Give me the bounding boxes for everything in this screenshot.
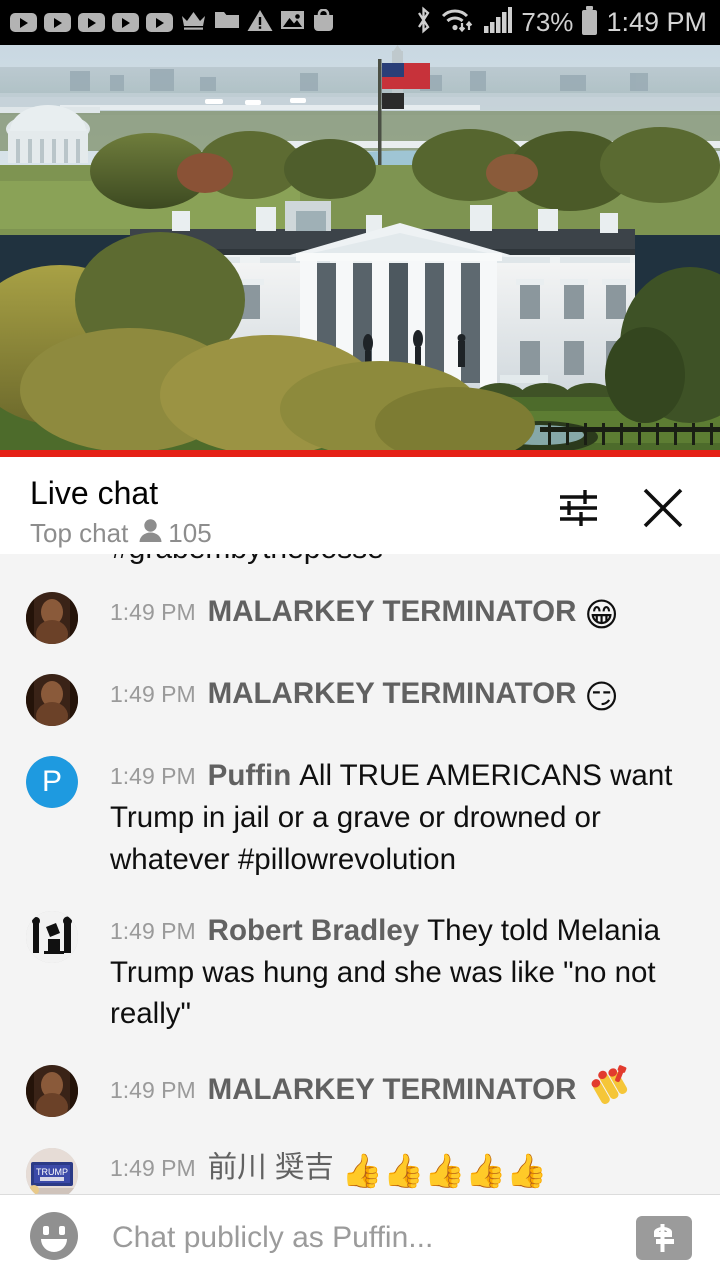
youtube-icon — [10, 13, 37, 32]
close-icon[interactable] — [640, 485, 686, 531]
video-player[interactable] — [0, 45, 720, 450]
message-author[interactable]: MALARKEY TERMINATOR — [208, 677, 577, 710]
warning-icon — [247, 9, 273, 37]
message-timestamp: 1:49 PM — [110, 917, 196, 944]
wifi-icon — [441, 7, 475, 39]
clipped-message-text: #grabembytheposse — [112, 554, 384, 566]
chat-message-body: 1:49 PM 前川 奨吉 👍👍👍👍👍 — [110, 1146, 696, 1194]
viewer-count: 105 — [138, 517, 212, 549]
message-author[interactable]: MALARKEY TERMINATOR — [208, 595, 577, 628]
youtube-icon — [146, 13, 173, 32]
chat-message[interactable]: TRUMP 1:49 PM 前川 奨吉 👍👍👍👍👍 — [0, 1132, 720, 1194]
message-timestamp: 1:49 PM — [110, 599, 196, 625]
chat-mode-label[interactable]: Top chat — [30, 518, 128, 549]
bag-icon — [312, 7, 335, 37]
nail-polish-emoji-icon — [588, 1064, 630, 1118]
youtube-icon — [112, 13, 139, 32]
chat-message[interactable]: 1:49 PM MALARKEY TERMINATOR — [0, 1049, 720, 1132]
chat-message[interactable]: 1:49 PM Robert Bradley They told Melania T… — [0, 895, 720, 1050]
viewer-count-value: 105 — [168, 517, 212, 548]
avatar-letter: P — [26, 756, 78, 808]
status-bar-system: 73% 1:49 PM — [415, 6, 720, 39]
folder-icon — [214, 9, 240, 36]
youtube-icon — [78, 13, 105, 32]
bluetooth-icon — [415, 6, 432, 39]
message-author[interactable]: MALARKEY TERMINATOR — [208, 1073, 577, 1106]
emoji-smiley-icon[interactable] — [28, 1210, 80, 1267]
chat-message-body: 1:49 PM Robert Bradley They told Melania T… — [110, 909, 696, 1036]
tune-sliders-icon[interactable] — [556, 485, 602, 531]
message-emoji: 😏 — [584, 678, 619, 715]
message-author[interactable]: Robert Bradley — [208, 914, 419, 947]
image-icon — [280, 9, 305, 36]
svg-text:TRUMP: TRUMP — [36, 1167, 68, 1177]
status-bar: 73% 1:49 PM — [0, 0, 720, 45]
chat-message-list[interactable]: #grabembytheposse 1:49 PM MALARKEY TERMIN… — [0, 554, 720, 1194]
message-timestamp: 1:49 PM — [110, 1077, 196, 1104]
chat-message-body: 1:49 PM MALARKEY TERMINATOR 😏 — [110, 672, 696, 721]
message-timestamp: 1:49 PM — [110, 763, 196, 789]
chat-message-body: 1:49 PM Puffin All TRUE AMERICANS want Tru… — [110, 754, 696, 881]
chat-message[interactable]: 1:49 PM MALARKEY TERMINATOR 😏 — [0, 658, 720, 740]
cellular-signal-icon — [484, 7, 513, 38]
avatar[interactable]: TRUMP — [26, 1148, 78, 1194]
avatar[interactable] — [26, 592, 78, 644]
message-author[interactable]: Puffin — [208, 759, 292, 792]
message-emoji: 👍👍👍👍👍 — [341, 1152, 548, 1190]
battery-icon — [582, 6, 598, 35]
chat-message-body: 1:49 PM MALARKEY TERMINATOR — [110, 1063, 696, 1118]
chat-message-body: 1:49 PM MALARKEY TERMINATOR 😁 — [110, 590, 696, 639]
dollar-icon — [654, 1224, 674, 1252]
crown-icon — [180, 9, 207, 36]
chat-message[interactable]: 1:49 PM MALARKEY TERMINATOR 😁 — [0, 576, 720, 658]
message-author[interactable]: 前川 奨吉 — [208, 1151, 334, 1184]
phone-screen: 73% 1:49 PM Live chat Top chat 105 1:49 … — [0, 0, 720, 1281]
chat-composer: Chat publicly as Puffin... — [0, 1194, 720, 1281]
video-progress-bar[interactable] — [0, 450, 720, 457]
person-icon — [138, 518, 163, 549]
avatar[interactable] — [26, 910, 78, 963]
status-bar-notifications — [0, 7, 415, 37]
avatar[interactable] — [26, 674, 78, 726]
clipped-message: #grabembytheposse — [0, 554, 720, 576]
chat-header-actions — [556, 457, 720, 531]
youtube-icon — [44, 13, 71, 32]
white-house-image — [0, 45, 720, 450]
status-bar-clock: 1:49 PM — [606, 7, 707, 37]
page-title: Live chat — [30, 475, 159, 511]
live-chat-header: Live chat Top chat 105 — [0, 457, 720, 554]
message-timestamp: 1:49 PM — [110, 1155, 196, 1182]
superchat-button[interactable] — [636, 1216, 692, 1260]
avatar[interactable] — [26, 1065, 78, 1118]
message-timestamp: 1:49 PM — [110, 681, 196, 707]
chat-header-subtitle-row: Top chat 105 — [30, 518, 556, 549]
chat-message[interactable]: P 1:49 PM Puffin All TRUE AMERICANS want T… — [0, 740, 720, 895]
avatar[interactable]: P — [26, 756, 78, 808]
battery-percent: 73% — [521, 7, 574, 37]
chat-header-titles: Live chat Top chat 105 — [0, 457, 556, 549]
message-emoji: 😁 — [584, 596, 619, 633]
chat-input[interactable]: Chat publicly as Puffin... — [112, 1221, 636, 1255]
